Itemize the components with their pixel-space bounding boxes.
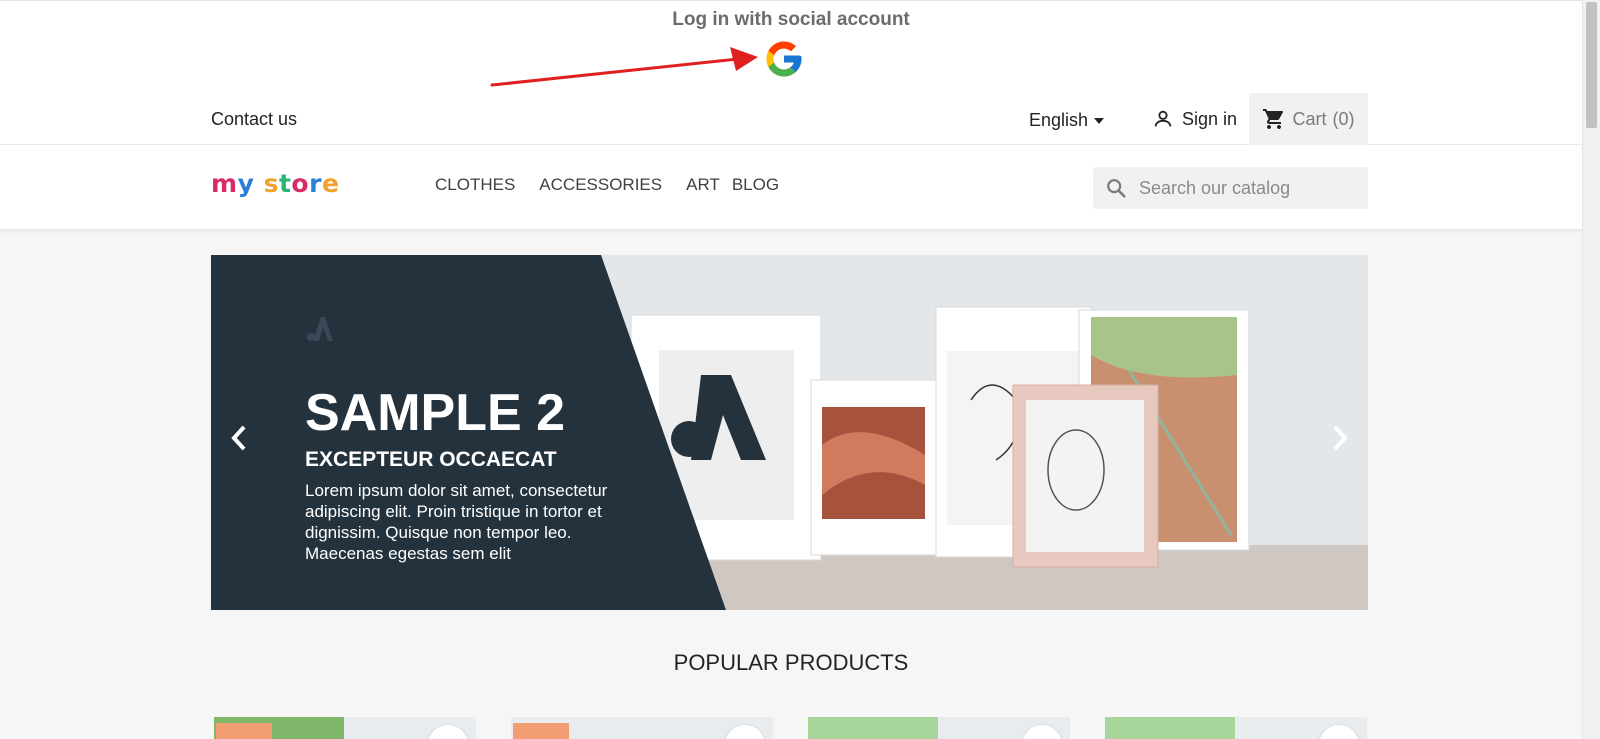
discount-flag xyxy=(513,723,569,739)
product-image xyxy=(1105,717,1235,739)
vertical-scrollbar[interactable] xyxy=(1582,0,1600,739)
menu-item-clothes[interactable]: CLOTHES xyxy=(435,175,515,195)
social-login-bar: Log in with social account xyxy=(0,0,1582,93)
menu-item-blog[interactable]: BLOG xyxy=(732,175,779,195)
cart-button[interactable]: Cart (0) xyxy=(1249,93,1368,145)
store-logo[interactable]: my store xyxy=(211,169,339,198)
product-image xyxy=(808,717,938,739)
social-login-title: Log in with social account xyxy=(672,9,910,30)
annotation-arrow-icon xyxy=(490,47,758,87)
popular-products-title: POPULAR PRODUCTS xyxy=(673,650,909,675)
google-icon[interactable] xyxy=(763,38,805,80)
header-top: my store CLOTHES ACCESSORIES ART BLOG xyxy=(0,145,1582,229)
logo-letter xyxy=(254,169,263,198)
chevron-left-icon[interactable] xyxy=(227,422,251,454)
cart-count: (0) xyxy=(1332,108,1355,129)
brand-mark-icon xyxy=(307,317,333,341)
product-card[interactable] xyxy=(511,717,773,739)
language-selector[interactable]: English xyxy=(1029,110,1105,131)
menu-item-art[interactable]: ART xyxy=(686,175,720,195)
logo-letter: e xyxy=(321,169,340,198)
language-label: English xyxy=(1029,110,1089,130)
header-nav: Contact us English Sign in Cart (0) xyxy=(0,93,1582,145)
slide-subtitle: EXCEPTEUR OCCAECAT xyxy=(305,448,557,471)
search-input[interactable] xyxy=(1139,177,1359,199)
sign-in-label: Sign in xyxy=(1182,108,1238,129)
product-card[interactable] xyxy=(214,717,476,739)
user-icon xyxy=(1154,110,1172,127)
logo-letter: s xyxy=(263,169,279,198)
slide-title: SAMPLE 2 xyxy=(305,384,566,442)
main-menu: CLOTHES ACCESSORIES ART BLOG xyxy=(435,175,803,195)
logo-letter: o xyxy=(291,169,310,198)
menu-item-accessories[interactable]: ACCESSORIES xyxy=(539,175,662,195)
cart-icon xyxy=(1263,109,1284,129)
logo-letter: t xyxy=(278,169,292,198)
chevron-right-icon[interactable] xyxy=(1328,422,1352,454)
search-icon[interactable] xyxy=(1105,177,1127,199)
caret-down-icon xyxy=(1094,117,1105,124)
hero-carousel: SAMPLE 2 EXCEPTEUR OCCAECAT Lorem ipsum … xyxy=(211,255,1368,610)
product-card[interactable] xyxy=(808,717,1070,739)
search-widget xyxy=(1093,167,1368,209)
logo-letter: y xyxy=(237,169,255,198)
page: Log in with social account Contact us En… xyxy=(0,0,1582,739)
scrollbar-thumb[interactable] xyxy=(1586,2,1597,128)
cart-label: Cart xyxy=(1292,108,1327,129)
logo-letter: r xyxy=(309,169,322,198)
product-card[interactable] xyxy=(1105,717,1367,739)
slide-description: Lorem ipsum dolor sit amet, consectetur … xyxy=(305,481,608,563)
discount-flag xyxy=(216,723,272,739)
contact-us-link[interactable]: Contact us xyxy=(211,109,297,130)
sign-in-link[interactable]: Sign in xyxy=(1152,108,1237,130)
logo-letter: m xyxy=(211,169,238,198)
